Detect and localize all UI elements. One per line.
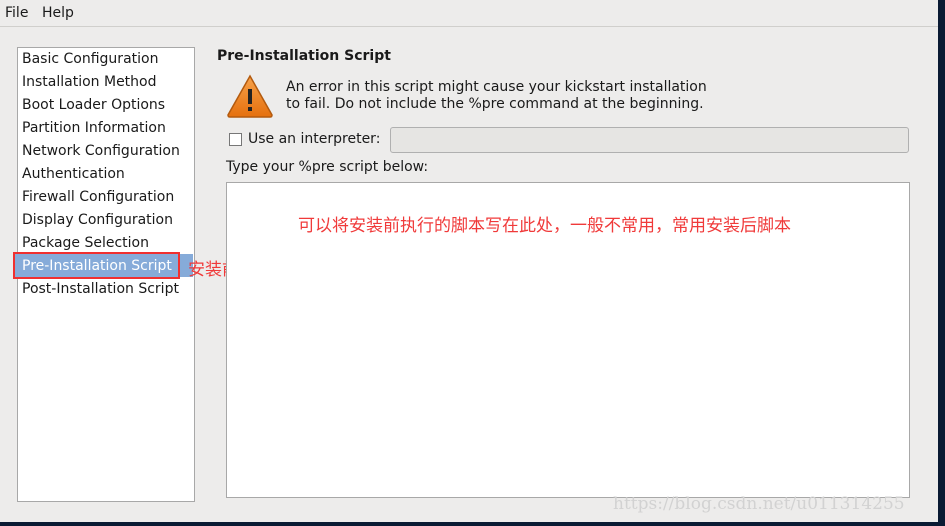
sidebar-item[interactable]: Partition Information bbox=[22, 117, 166, 140]
interpreter-input[interactable] bbox=[390, 127, 909, 153]
menubar: File Help bbox=[0, 0, 938, 27]
sidebar-item[interactable]: Basic Configuration bbox=[22, 48, 158, 71]
warning-line-2: to fail. Do not include the %pre command… bbox=[286, 96, 704, 112]
watermark: https://blog.csdn.net/u011314255 bbox=[613, 494, 905, 514]
page-title: Pre-Installation Script bbox=[217, 48, 391, 64]
warning-message: An error in this script might cause your… bbox=[286, 79, 707, 113]
sidebar-item[interactable]: Firewall Configuration bbox=[22, 186, 174, 209]
script-label: Type your %pre script below: bbox=[226, 159, 429, 175]
sidebar-item[interactable]: Authentication bbox=[22, 163, 125, 186]
sidebar-item[interactable]: Boot Loader Options bbox=[22, 94, 165, 117]
sidebar-item[interactable]: Post-Installation Script bbox=[22, 278, 179, 301]
sidebar-item[interactable]: Display Configuration bbox=[22, 209, 173, 232]
sidebar-item[interactable]: Installation Method bbox=[22, 71, 157, 94]
warning-line-1: An error in this script might cause your… bbox=[286, 79, 707, 95]
warning-icon bbox=[227, 74, 273, 118]
script-annotation: 可以将安装前执行的脚本写在此处，一般不常用，常用安装后脚本 bbox=[298, 216, 791, 236]
interpreter-label: Use an interpreter: bbox=[248, 131, 381, 147]
annotation-highlight-box bbox=[13, 252, 180, 279]
menu-help[interactable]: Help bbox=[42, 5, 74, 21]
use-interpreter-checkbox[interactable] bbox=[229, 133, 242, 146]
menu-file[interactable]: File bbox=[5, 5, 28, 21]
sidebar-item[interactable]: Network Configuration bbox=[22, 140, 180, 163]
kickstart-window: File Help Basic Configuration Installatio… bbox=[0, 0, 938, 522]
